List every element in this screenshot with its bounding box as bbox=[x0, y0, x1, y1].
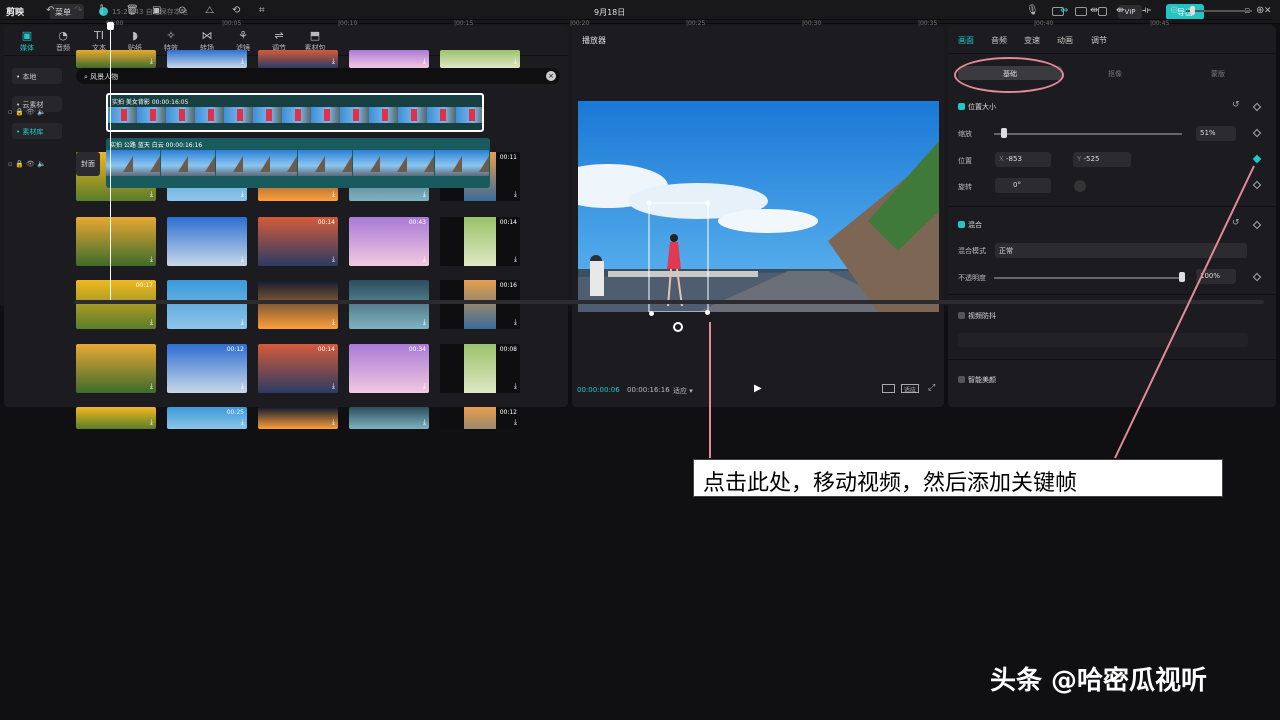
annotation-lines bbox=[709, 165, 1255, 459]
editor-window: 剪映 菜单 15:26:43 自动保存本地 9月18日 VIP 导出 — ▫ ✕… bbox=[0, 0, 1280, 720]
annotation-box: 点击此处，移动视频，然后添加关键帧 bbox=[693, 459, 1223, 497]
watermark: 头条 @哈密瓜视听 bbox=[990, 666, 1208, 696]
